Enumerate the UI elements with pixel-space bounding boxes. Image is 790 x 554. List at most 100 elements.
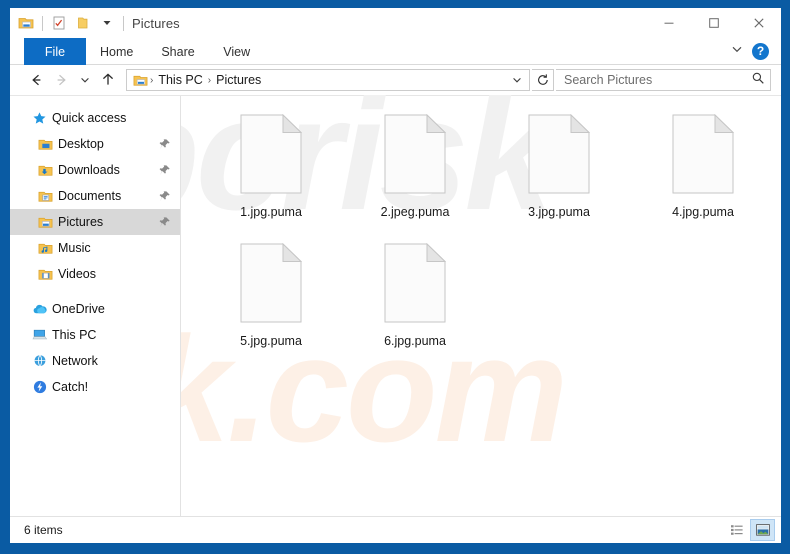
refresh-button[interactable]	[532, 69, 554, 91]
search-box[interactable]	[556, 69, 771, 91]
file-list-view[interactable]: 1.jpg.puma 2.jpeg.puma 3.jpg.puma 4.jpg.…	[181, 96, 781, 516]
sidebar-item-desktop[interactable]: Desktop	[10, 131, 180, 157]
help-icon[interactable]: ?	[752, 42, 769, 60]
properties-pane-icon[interactable]	[15, 12, 37, 34]
forward-button	[50, 68, 74, 92]
search-input[interactable]	[564, 73, 751, 87]
sidebar-item-pictures[interactable]: Pictures	[10, 209, 180, 235]
file-item[interactable]: 3.jpg.puma	[487, 110, 631, 239]
downloads-folder-icon	[38, 163, 58, 178]
sidebar-label-this-pc: This PC	[52, 328, 97, 342]
qat-divider-1	[42, 15, 43, 31]
explorer-body: pcrisk risk.com Quick access Desktop Dow…	[10, 74, 781, 516]
pictures-folder-icon	[38, 215, 58, 230]
file-name: 3.jpg.puma	[528, 205, 590, 219]
new-folder-icon[interactable]	[72, 12, 94, 34]
sidebar-label-catch: Catch!	[52, 380, 89, 394]
file-grid: 1.jpg.puma 2.jpeg.puma 3.jpg.puma 4.jpg.…	[199, 110, 781, 368]
breadcrumb-this-pc[interactable]: This PC	[154, 73, 206, 87]
this-pc-icon	[32, 327, 52, 343]
sidebar-item-network[interactable]: Network	[10, 348, 180, 374]
address-bar: › This PC › Pictures	[10, 65, 781, 95]
tab-file[interactable]: File	[24, 38, 86, 65]
blank-document-icon	[232, 241, 310, 329]
file-item[interactable]: 5.jpg.puma	[199, 239, 343, 368]
pin-icon[interactable]	[158, 164, 172, 176]
pin-icon[interactable]	[158, 190, 172, 202]
tab-view[interactable]: View	[209, 38, 265, 65]
large-icons-view-button[interactable]	[750, 519, 775, 541]
breadcrumb-pictures[interactable]: Pictures	[212, 73, 265, 87]
status-bar: 6 items	[10, 516, 781, 543]
sidebar-item-catch[interactable]: Catch!	[10, 374, 180, 400]
sidebar-item-videos[interactable]: Videos	[10, 261, 180, 287]
sidebar-item-onedrive[interactable]: OneDrive	[10, 296, 180, 322]
blank-document-icon	[376, 112, 454, 200]
view-mode-buttons	[724, 519, 775, 541]
sidebar-item-downloads[interactable]: Downloads	[10, 157, 180, 183]
file-name: 5.jpg.puma	[240, 334, 302, 348]
maximize-button[interactable]	[691, 8, 736, 38]
pin-icon[interactable]	[158, 216, 172, 228]
back-button[interactable]	[24, 68, 48, 92]
blank-document-icon	[232, 112, 310, 200]
ribbon-right-controls: ?	[730, 38, 781, 64]
desktop-folder-icon	[38, 137, 58, 152]
file-name: 2.jpeg.puma	[380, 205, 450, 219]
sidebar-label-documents: Documents	[58, 189, 122, 203]
star-icon	[32, 111, 52, 126]
item-count-label: 6 items	[24, 523, 63, 537]
sidebar-label-pictures: Pictures	[58, 215, 104, 229]
sidebar-item-this-pc[interactable]: This PC	[10, 322, 180, 348]
sidebar-item-quick-access[interactable]: Quick access	[10, 105, 180, 131]
documents-folder-icon	[38, 189, 58, 204]
pictures-folder-icon	[131, 73, 149, 88]
ribbon-tab-bar: File Home Share View ?	[10, 38, 781, 65]
tab-share[interactable]: Share	[147, 38, 208, 65]
chevron-down-icon[interactable]	[96, 12, 118, 34]
navigation-pane: Quick access Desktop Downloads Documents…	[10, 96, 181, 516]
expand-ribbon-chevron-icon[interactable]	[730, 42, 744, 61]
window-controls	[646, 8, 781, 38]
file-item[interactable]: 4.jpg.puma	[631, 110, 775, 239]
close-button[interactable]	[736, 8, 781, 38]
window-frame: Pictures File Home Share View ? › This P…	[0, 0, 790, 554]
blank-document-icon	[520, 112, 598, 200]
up-button[interactable]	[96, 68, 120, 92]
sidebar-label-network: Network	[52, 354, 98, 368]
minimize-button[interactable]	[646, 8, 691, 38]
sidebar-label-desktop: Desktop	[58, 137, 104, 151]
catch-lightning-icon	[32, 379, 52, 395]
sidebar-label-downloads: Downloads	[58, 163, 120, 177]
title-bar: Pictures	[10, 8, 781, 38]
blank-document-icon	[664, 112, 742, 200]
quick-access-toolbar	[10, 12, 127, 34]
recent-locations-button[interactable]	[76, 68, 94, 92]
file-item[interactable]: 6.jpg.puma	[343, 239, 487, 368]
sidebar-label-music: Music	[58, 241, 91, 255]
file-name: 1.jpg.puma	[240, 205, 302, 219]
search-icon[interactable]	[751, 71, 765, 90]
breadcrumb[interactable]: › This PC › Pictures	[126, 69, 530, 91]
window-title: Pictures	[132, 15, 180, 31]
checklist-icon[interactable]	[48, 12, 70, 34]
tab-home[interactable]: Home	[86, 38, 147, 65]
blank-document-icon	[376, 241, 454, 329]
music-folder-icon	[38, 241, 58, 256]
qat-divider-2	[123, 15, 124, 31]
file-explorer-window: Pictures File Home Share View ? › This P…	[10, 8, 781, 543]
sidebar-label-onedrive: OneDrive	[52, 302, 105, 316]
file-item[interactable]: 1.jpg.puma	[199, 110, 343, 239]
sidebar-label-quick-access: Quick access	[52, 111, 127, 125]
sidebar-item-documents[interactable]: Documents	[10, 183, 180, 209]
sidebar-label-videos: Videos	[58, 267, 96, 281]
breadcrumb-dropdown-icon[interactable]	[508, 74, 526, 86]
videos-folder-icon	[38, 267, 58, 282]
file-name: 4.jpg.puma	[672, 205, 734, 219]
details-view-button[interactable]	[724, 519, 749, 541]
onedrive-cloud-icon	[32, 301, 52, 317]
file-item[interactable]: 2.jpeg.puma	[343, 110, 487, 239]
pin-icon[interactable]	[158, 138, 172, 150]
file-name: 6.jpg.puma	[384, 334, 446, 348]
sidebar-item-music[interactable]: Music	[10, 235, 180, 261]
